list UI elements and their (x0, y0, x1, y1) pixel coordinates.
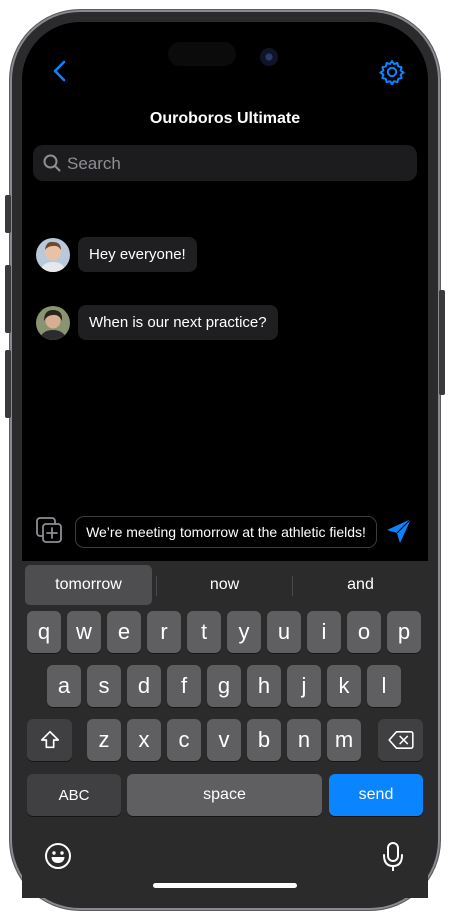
search-icon (43, 154, 61, 172)
message-row: Hey everyone! (36, 237, 197, 272)
power-button (439, 290, 445, 395)
search-bar[interactable] (33, 145, 417, 183)
divider (156, 576, 157, 596)
key-z[interactable]: z (87, 719, 121, 761)
avatar[interactable] (36, 237, 70, 272)
key-t[interactable]: t (187, 611, 221, 653)
divider (292, 576, 293, 596)
shift-icon (40, 730, 59, 749)
suggestion-item[interactable]: and (294, 565, 427, 605)
key-l[interactable]: l (367, 665, 401, 707)
key-b[interactable]: b (247, 719, 281, 761)
search-input[interactable] (65, 145, 409, 183)
microphone-icon[interactable] (382, 841, 404, 873)
backspace-icon (387, 731, 414, 749)
message-row: When is our next practice? (36, 305, 278, 340)
key-i[interactable]: i (307, 611, 341, 653)
gear-icon[interactable] (378, 58, 406, 86)
key-k[interactable]: k (327, 665, 361, 707)
send-icon[interactable] (384, 516, 414, 546)
key-d[interactable]: d (127, 665, 161, 707)
suggestion-item[interactable]: tomorrow (25, 565, 152, 605)
add-attachment-icon[interactable] (35, 516, 63, 544)
emoji-icon[interactable] (44, 842, 72, 870)
key-c[interactable]: c (167, 719, 201, 761)
key-r[interactable]: r (147, 611, 181, 653)
avatar[interactable] (36, 305, 70, 340)
key-y[interactable]: y (227, 611, 261, 653)
key-x[interactable]: x (127, 719, 161, 761)
volume-down-button (5, 350, 11, 418)
space-key[interactable]: space (127, 774, 322, 816)
volume-up-button (5, 265, 11, 333)
key-u[interactable]: u (267, 611, 301, 653)
key-g[interactable]: g (207, 665, 241, 707)
message-input[interactable]: We’re meeting tomorrow at the athletic f… (75, 516, 377, 548)
key-o[interactable]: o (347, 611, 381, 653)
home-indicator[interactable] (153, 883, 297, 888)
shift-key[interactable] (27, 719, 72, 761)
chat-title: Ouroboros Ultimate (149, 110, 301, 127)
dynamic-island (168, 42, 236, 66)
key-q[interactable]: q (27, 611, 61, 653)
key-s[interactable]: s (87, 665, 121, 707)
abc-key[interactable]: ABC (27, 774, 121, 816)
key-h[interactable]: h (247, 665, 281, 707)
key-p[interactable]: p (387, 611, 421, 653)
message-bubble: Hey everyone! (78, 237, 197, 272)
chevron-left-icon[interactable] (48, 58, 74, 84)
suggestion-item[interactable]: now (158, 565, 291, 605)
key-w[interactable]: w (67, 611, 101, 653)
front-camera (260, 48, 278, 66)
key-a[interactable]: a (47, 665, 81, 707)
key-n[interactable]: n (287, 719, 321, 761)
key-j[interactable]: j (287, 665, 321, 707)
key-e[interactable]: e (107, 611, 141, 653)
delete-key[interactable] (378, 719, 423, 761)
key-f[interactable]: f (167, 665, 201, 707)
key-v[interactable]: v (207, 719, 241, 761)
action-button (5, 195, 11, 233)
key-m[interactable]: m (327, 719, 361, 761)
message-bubble: When is our next practice? (78, 305, 278, 340)
send-key[interactable]: send (329, 774, 423, 816)
